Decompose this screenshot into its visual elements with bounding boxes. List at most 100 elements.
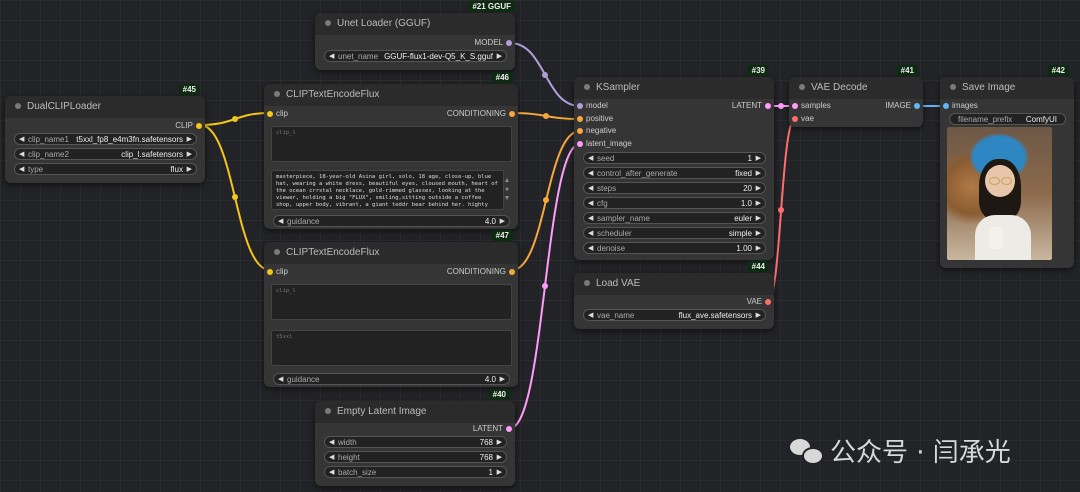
port-dot-latent[interactable] [506,426,512,432]
node-id: #40 [488,389,510,400]
input-vae[interactable]: vae [789,113,849,125]
t5xxl-textarea[interactable]: masterpiece, 18-year-old Asina girl, sol… [271,170,504,210]
widget-seed[interactable]: ◀ seed 1 ▶ [583,152,766,164]
collapse-dot-icon[interactable] [584,84,590,90]
widget-cfg[interactable]: ◀ cfg 1.0 ▶ [583,197,766,209]
widget-guidance[interactable]: ◀ guidance 4.0 ▶ [273,215,510,227]
collapse-dot-icon[interactable] [274,249,280,255]
widget-width[interactable]: ◀ width 768 ▶ [324,436,507,448]
output-image[interactable]: IMAGE [789,100,923,112]
port-dot-clip[interactable] [196,123,202,129]
port-dot-image[interactable] [914,103,920,109]
widget-scheduler[interactable]: ◀ scheduler simple ▶ [583,227,766,239]
node-save-image[interactable]: #42 Save Image images filename_prefix Com… [940,65,1074,268]
link-midpoint[interactable] [543,113,549,119]
widget-denoise[interactable]: ◀ denoise 1.00 ▶ [583,242,766,254]
collapse-dot-icon[interactable] [325,20,331,26]
wechat-icon [790,438,824,465]
collapse-dot-icon[interactable] [15,103,21,109]
clip-l-textarea[interactable]: clip_l [271,126,512,162]
textarea-scroll-controls[interactable]: ▲ ● ▼ [503,176,511,203]
port-dot-image[interactable] [943,103,949,109]
port-dot-latent[interactable] [577,141,583,147]
scroll-down-icon: ▼ [503,195,511,202]
widget-guidance[interactable]: ◀ guidance 4.0 ▶ [273,373,510,385]
node-id: #39 [747,65,769,76]
node-id: #42 [1047,65,1069,76]
collapse-dot-icon[interactable] [325,408,331,414]
node-empty-latent-image[interactable]: #40 Empty Latent Image LATENT ◀ width 768 ▶… [315,389,515,486]
widget-clip-name1[interactable]: ◀ clip_name1 t5xxl_fp8_e4m3fn.safetensors ▶ [14,133,197,145]
link-midpoint[interactable] [543,197,549,203]
output-clip[interactable]: CLIP [5,120,205,132]
generated-image-preview[interactable] [947,127,1052,260]
connection-links [199,42,947,429]
scroll-up-icon: ▲ [503,177,511,184]
link-midpoint[interactable] [542,283,548,289]
link-midpoint[interactable] [778,103,784,109]
widget-steps[interactable]: ◀ steps 20 ▶ [583,182,766,194]
input-images[interactable]: images [940,100,1000,112]
collapse-dot-icon[interactable] [584,280,590,286]
port-dot-vae[interactable] [765,299,771,305]
node-title[interactable]: Unet Loader (GGUF) [315,13,515,35]
collapse-dot-icon[interactable] [274,91,280,97]
input-latent-image[interactable]: latent_image [574,138,664,150]
collapse-dot-icon[interactable] [799,84,805,90]
node-id: #45 [178,84,200,95]
node-title[interactable]: VAE Decode [789,77,923,99]
node-id: #47 [491,230,513,241]
node-title[interactable]: CLIPTextEncodeFlux [264,84,518,106]
widget-vae-name[interactable]: ◀ vae_name flux_ave.safetensors ▶ [583,309,766,321]
node-unet-loader[interactable]: #21 GGUF Unet Loader (GGUF) MODEL ◀ unet_… [315,1,515,70]
node-title[interactable]: Save Image [940,77,1074,99]
node-title[interactable]: CLIPTextEncodeFlux [264,242,518,264]
node-cliptextencodeflux-47[interactable]: #47 CLIPTextEncodeFlux clip CONDITIONING… [264,230,518,387]
widget-filename-prefix[interactable]: filename_prefix ComfyUI [949,113,1066,125]
node-dualcliploader[interactable]: #45 DualCLIPLoader CLIP ◀ clip_name1 t5xxl… [5,84,205,183]
port-dot-conditioning[interactable] [577,116,583,122]
collapse-dot-icon[interactable] [950,84,956,90]
output-conditioning[interactable]: CONDITIONING [264,266,518,278]
node-cliptextencodeflux-46[interactable]: #46 CLIPTextEncodeFlux clip CONDITIONING… [264,72,518,229]
widget-unet-name[interactable]: ◀ unet_name GGUF-flux1-dev-Q5_K_S.gguf ▶ [324,50,507,62]
node-id: #44 [747,261,769,272]
port-dot-vae[interactable] [792,116,798,122]
output-model[interactable]: MODEL [315,37,515,49]
port-dot-conditioning[interactable] [509,269,515,275]
link-midpoint[interactable] [232,194,238,200]
output-conditioning[interactable]: CONDITIONING [264,108,518,120]
port-dot-model[interactable] [506,40,512,46]
widget-sampler-name[interactable]: ◀ sampler_name euler ▶ [583,212,766,224]
output-latent[interactable]: LATENT [315,423,515,435]
port-dot-conditioning[interactable] [509,111,515,117]
output-latent[interactable]: LATENT [574,100,774,112]
link-midpoint[interactable] [542,72,548,78]
node-load-vae[interactable]: #44 Load VAE VAE ◀ vae_name flux_ave.safet… [574,261,774,329]
node-title[interactable]: Load VAE [574,273,774,295]
scroll-thumb-icon: ● [504,186,510,193]
widget-height[interactable]: ◀ height 768 ▶ [324,451,507,463]
port-dot-conditioning[interactable] [577,128,583,134]
node-id: #46 [491,72,513,83]
output-vae[interactable]: VAE [574,296,774,308]
watermark-text: 公众号 · 闫承光 [830,438,1011,468]
node-title[interactable]: Empty Latent Image [315,401,515,423]
node-vae-decode[interactable]: #41 VAE Decode samples IMAGE vae [789,65,923,127]
link-midpoint[interactable] [778,207,784,213]
watermark: 公众号 · 闫承光 [790,432,1060,468]
widget-type[interactable]: ◀ type flux ▶ [14,163,197,175]
input-negative[interactable]: negative [574,125,654,137]
port-dot-latent[interactable] [765,103,771,109]
link-midpoint[interactable] [232,116,238,122]
node-title[interactable]: KSampler [574,77,774,99]
node-id: #21 GGUF [468,1,515,12]
widget-clip-name2[interactable]: ◀ clip_name2 clip_l.safetensors ▶ [14,148,197,160]
node-ksampler[interactable]: #39 KSampler model LATENT positive negat… [574,65,774,260]
clip-l-textarea[interactable]: clip_l [271,284,512,320]
widget-control-after-generate[interactable]: ◀ control_after_generate fixed ▶ [583,167,766,179]
node-title[interactable]: DualCLIPLoader [5,96,205,118]
input-positive[interactable]: positive [574,113,654,125]
widget-batch-size[interactable]: ◀ batch_size 1 ▶ [324,466,507,478]
t5xxl-textarea[interactable]: t5xxl [271,330,512,366]
